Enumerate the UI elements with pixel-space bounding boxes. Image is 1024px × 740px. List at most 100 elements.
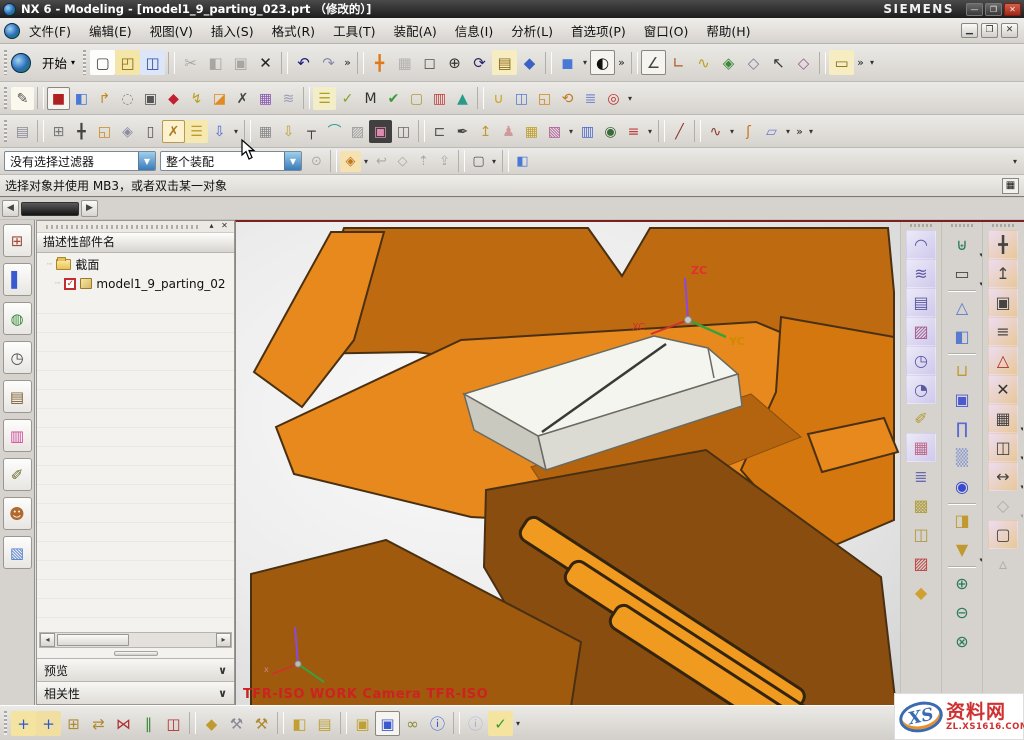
overflow-button[interactable]: » <box>793 125 806 138</box>
ribbed-surface-button[interactable]: ≋ <box>906 259 936 288</box>
clamp-button[interactable]: ┬ <box>300 120 323 143</box>
selection-filter-dropdown[interactable]: 没有选择过滤器 ▼ <box>4 151 156 171</box>
tree-part-row[interactable]: ┈ ✓ model1_9_parting_02 <box>37 274 234 293</box>
toolbar-grip[interactable] <box>4 50 7 76</box>
striped-block-button[interactable]: ▥ <box>428 87 451 110</box>
caret[interactable]: ▾ <box>231 127 241 136</box>
tab-scenery[interactable]: ▧ <box>3 536 32 569</box>
mdi-close-button[interactable]: ✕ <box>1001 23 1018 38</box>
section-preview[interactable]: 预览 ∨ <box>37 658 234 681</box>
wave-linker-button[interactable]: ◆ <box>199 711 224 736</box>
twin-cylinders-button[interactable]: ∏ <box>947 414 977 443</box>
move-face-button[interactable]: ╋ <box>988 230 1018 259</box>
cube-pair-button[interactable]: ◨ <box>947 506 977 535</box>
redo-button[interactable]: ↷ <box>316 50 341 75</box>
mdi-restore-button[interactable]: ❐ <box>981 23 998 38</box>
open-box-button[interactable]: ⊔ <box>947 356 977 385</box>
marquee-select-button[interactable]: ▢ <box>468 151 489 172</box>
wire-cube-button[interactable]: ▢ <box>405 87 428 110</box>
validate-check-button[interactable]: ✓ <box>488 711 513 736</box>
menu-assemblies[interactable]: 装配(A) <box>384 18 445 43</box>
export-doc-button[interactable]: ▤ <box>11 120 34 143</box>
stamp-tool-button[interactable]: ▲ <box>451 87 474 110</box>
offset-region-button[interactable]: ▣ <box>988 288 1018 317</box>
select-feature-button[interactable]: ▢ <box>988 520 1018 549</box>
image-tool-button[interactable]: ▧ <box>543 120 566 143</box>
deselect-arrow-button[interactable]: ◇ <box>791 50 816 75</box>
point-set-button[interactable]: ◇ <box>741 50 766 75</box>
caret[interactable]: ▾ <box>727 127 737 136</box>
draft-lamp-button[interactable]: ▼▾ <box>947 535 977 564</box>
chisel-tool-button[interactable]: ✐ <box>906 404 936 433</box>
resize-face-button[interactable]: ≡ <box>988 317 1018 346</box>
menu-information[interactable]: 信息(I) <box>446 18 502 43</box>
tab-materials[interactable]: ▥ <box>3 419 32 452</box>
overflow-button[interactable]: » <box>854 56 867 69</box>
menu-view[interactable]: 视图(V) <box>141 18 202 43</box>
chain-link-button[interactable]: ∞ <box>400 711 425 736</box>
caret[interactable]: ▾ <box>783 127 793 136</box>
open-file-button[interactable]: ◰ <box>115 50 140 75</box>
gray-cube-button[interactable]: ◇▾ <box>988 491 1018 520</box>
scrollbar-thumb[interactable] <box>57 634 129 646</box>
tab-web-browser[interactable]: ◍ <box>3 302 32 335</box>
copy-button[interactable]: ◧ <box>203 50 228 75</box>
delete-button[interactable]: ✕ <box>253 50 278 75</box>
timed-cylinder-button[interactable]: ◷ <box>906 346 936 375</box>
unite-button[interactable]: ⊕ <box>947 569 977 598</box>
cube-rotate-button[interactable]: ⟲ <box>556 87 579 110</box>
tab-history[interactable]: ◷ <box>3 341 32 374</box>
csys-xyz-button[interactable]: ╋ <box>70 120 93 143</box>
trim-sheet-button[interactable]: ◪ <box>208 87 231 110</box>
spline-tool-button[interactable]: ∿ <box>704 120 727 143</box>
tooling-button[interactable]: ✗ <box>162 120 185 143</box>
pocket-tool-button[interactable]: ∪ <box>487 87 510 110</box>
spark-plate-button[interactable]: ↯ <box>185 87 208 110</box>
measure-distance-button[interactable]: ▭ <box>829 50 854 75</box>
add-component-button[interactable]: + <box>11 711 36 736</box>
menu-edit[interactable]: 编辑(E) <box>80 18 141 43</box>
render-style-button[interactable]: ◐ <box>590 50 615 75</box>
tile-windows-icon[interactable]: ▦ <box>1002 178 1019 194</box>
book-tool-button[interactable]: ≣ <box>579 87 602 110</box>
wrench-plus-button[interactable]: ⚒ <box>249 711 274 736</box>
tab-part-navigator[interactable]: ▌ <box>3 263 32 296</box>
caret[interactable]: ▾ <box>806 127 816 136</box>
caret[interactable]: ▾ <box>625 94 635 103</box>
bend-tool-button[interactable]: ↱ <box>93 87 116 110</box>
menu-insert[interactable]: 插入(S) <box>202 18 263 43</box>
selection-scope-dropdown[interactable]: 整个装配 ▼ <box>160 151 302 171</box>
menu-tools[interactable]: 工具(T) <box>324 18 384 43</box>
ghost-cube-button[interactable]: ◇ <box>392 151 413 172</box>
perspective-button[interactable]: ◆ <box>517 50 542 75</box>
toolbar-grip[interactable] <box>83 50 86 76</box>
remove-parameters-button[interactable]: ↔▾ <box>988 462 1018 491</box>
intersect-button[interactable]: ⊗ <box>947 627 977 656</box>
stamp-blue-button[interactable]: ▱ <box>760 120 783 143</box>
datum-csys-button[interactable]: ◈ <box>716 50 741 75</box>
doc-list-button[interactable]: ≡ <box>622 120 645 143</box>
section-dependencies[interactable]: 相关性 ∨ <box>37 681 234 704</box>
book-pages-button[interactable]: ≣ <box>906 462 936 491</box>
copy-face-button[interactable]: ◫▾ <box>988 433 1018 462</box>
slant-sheet-button[interactable]: ▨ <box>906 549 936 578</box>
remember-constraints-button[interactable]: ◫ <box>161 711 186 736</box>
corner-block-button[interactable]: ◱ <box>93 120 116 143</box>
zoom-window-button[interactable]: ◻ <box>417 50 442 75</box>
caret[interactable]: ▾ <box>361 157 371 166</box>
cylinder-warning-button[interactable]: △ <box>988 346 1018 375</box>
undo-small-button[interactable]: ↩ <box>371 151 392 172</box>
split-body-button[interactable]: ◧ <box>70 87 93 110</box>
coin-stack-button[interactable]: ☰ <box>313 87 336 110</box>
caret[interactable]: ▾ <box>645 127 655 136</box>
link-info-button[interactable]: ⓘ <box>425 711 450 736</box>
wrench-tool-button[interactable]: ⚒ <box>224 711 249 736</box>
component-navigator-button[interactable]: ⊞ <box>61 711 86 736</box>
boolean-region-button[interactable]: ⊎▾ <box>947 230 977 259</box>
paste-button[interactable]: ▣ <box>228 50 253 75</box>
body-form-button[interactable]: ♟ <box>497 120 520 143</box>
bolt-button[interactable]: ⇩ <box>277 120 300 143</box>
soft-cube-button[interactable]: ▒ <box>947 443 977 472</box>
select-arrow-button[interactable]: ↖ <box>766 50 791 75</box>
caret[interactable]: ▾ <box>566 127 576 136</box>
